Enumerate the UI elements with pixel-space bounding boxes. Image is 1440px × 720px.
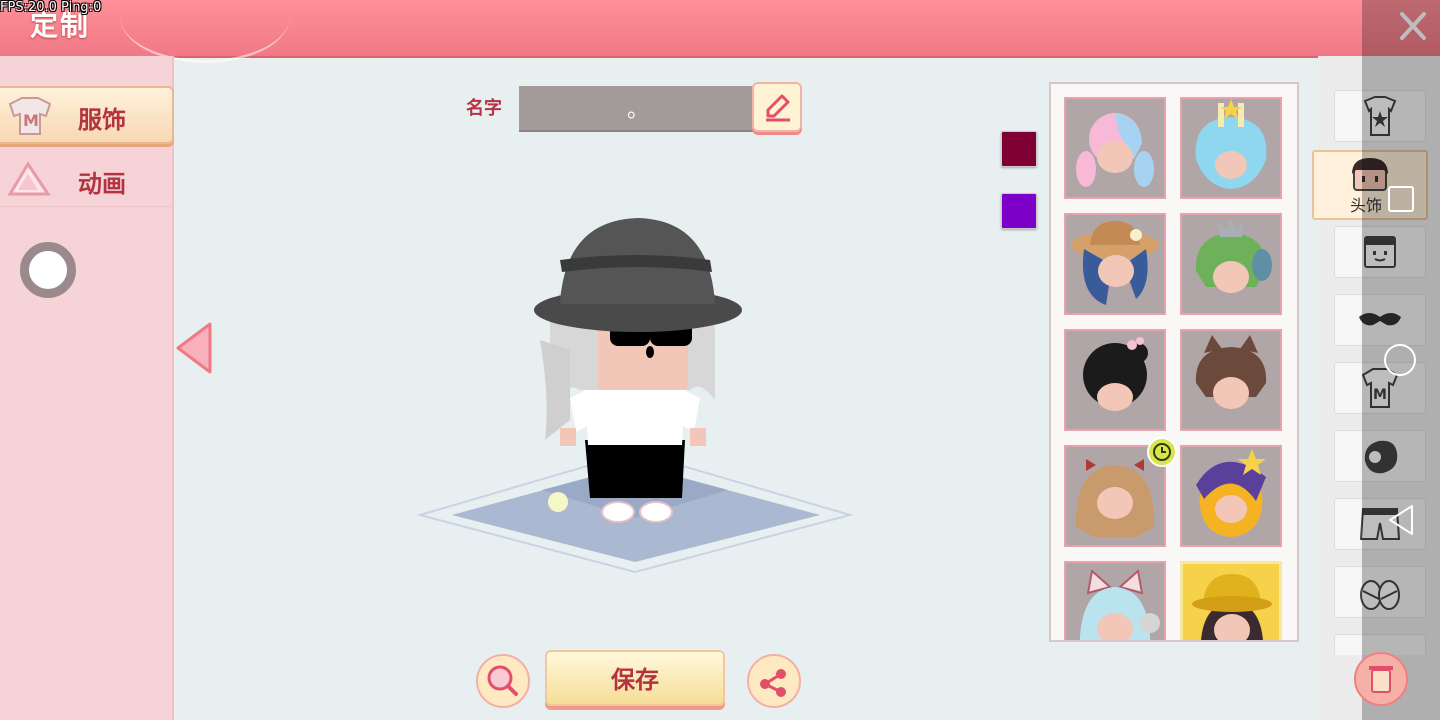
green-fish-crown-hair-icon	[1195, 219, 1272, 293]
grid-item-witch-hat-blonde[interactable]	[1180, 445, 1282, 547]
grid-item-brown-cat-ears[interactable]	[1180, 329, 1282, 431]
grid-item-blue-frosting-crown[interactable]	[1180, 97, 1282, 199]
share-icon	[760, 669, 786, 697]
home-icon[interactable]	[1384, 344, 1416, 376]
animation-triangle-icon	[7, 161, 51, 196]
recent-apps-icon[interactable]	[1388, 186, 1414, 212]
grid-item-black-bun-blossom[interactable]	[1064, 329, 1166, 431]
trash-icon	[1369, 666, 1393, 693]
clock-icon	[1153, 443, 1171, 461]
black-bun-blossom-hair-icon	[1083, 337, 1148, 411]
pencil-icon	[766, 94, 790, 122]
previous-arrow-icon[interactable]	[174, 320, 214, 376]
header-bar	[0, 0, 1440, 63]
svg-text:M: M	[23, 111, 39, 130]
name-label: 名字	[466, 98, 502, 119]
tab-costume-label: 服饰	[78, 106, 126, 134]
color-swatch-2[interactable]	[1001, 193, 1037, 229]
item-grid	[1049, 82, 1299, 642]
edit-name-button[interactable]	[752, 82, 802, 132]
magnifier-icon	[487, 665, 518, 696]
fps-counter: FPS:20.0 Ping:0	[0, 0, 102, 15]
tab-animation-label: 动画	[78, 170, 126, 198]
shirt-m-icon: M	[8, 97, 52, 135]
share-button[interactable]	[747, 654, 801, 708]
straw-hat-flower-braid-hair-icon	[1071, 221, 1159, 305]
save-button[interactable]: 保存	[545, 650, 725, 706]
grid-item-pink-blue-pigtails[interactable]	[1064, 97, 1166, 199]
back-icon[interactable]	[1386, 502, 1416, 538]
grid-item-straw-hat-braid[interactable]	[1064, 213, 1166, 315]
zoom-button[interactable]	[476, 654, 530, 708]
yellow-bucket-hat-hair-icon	[1192, 574, 1272, 640]
header-decoration	[120, 0, 290, 63]
delete-button[interactable]	[1354, 652, 1408, 706]
character-preview[interactable]	[410, 200, 860, 580]
joystick-button[interactable]	[20, 242, 76, 298]
pink-blue-pigtails-hair-icon	[1076, 113, 1154, 187]
tab-animation[interactable]: 动画	[0, 152, 172, 207]
grid-item-yellow-bucket-hat[interactable]	[1180, 561, 1282, 640]
character-model	[534, 218, 742, 523]
cat-ear-headphones-hair-icon	[1079, 569, 1160, 640]
color-swatch-1[interactable]	[1001, 131, 1037, 167]
name-input[interactable]	[519, 86, 757, 132]
brown-cat-ears-hair-icon	[1195, 335, 1267, 409]
tab-costume[interactable]: M 服饰	[0, 86, 174, 144]
grid-item-green-fish-crown[interactable]	[1180, 213, 1282, 315]
blue-frosting-crown-hair-icon	[1195, 99, 1267, 189]
grid-item-cat-ear-headphones[interactable]	[1064, 561, 1166, 640]
witch-hat-blonde-hair-icon	[1196, 449, 1266, 537]
timed-badge	[1147, 437, 1177, 467]
